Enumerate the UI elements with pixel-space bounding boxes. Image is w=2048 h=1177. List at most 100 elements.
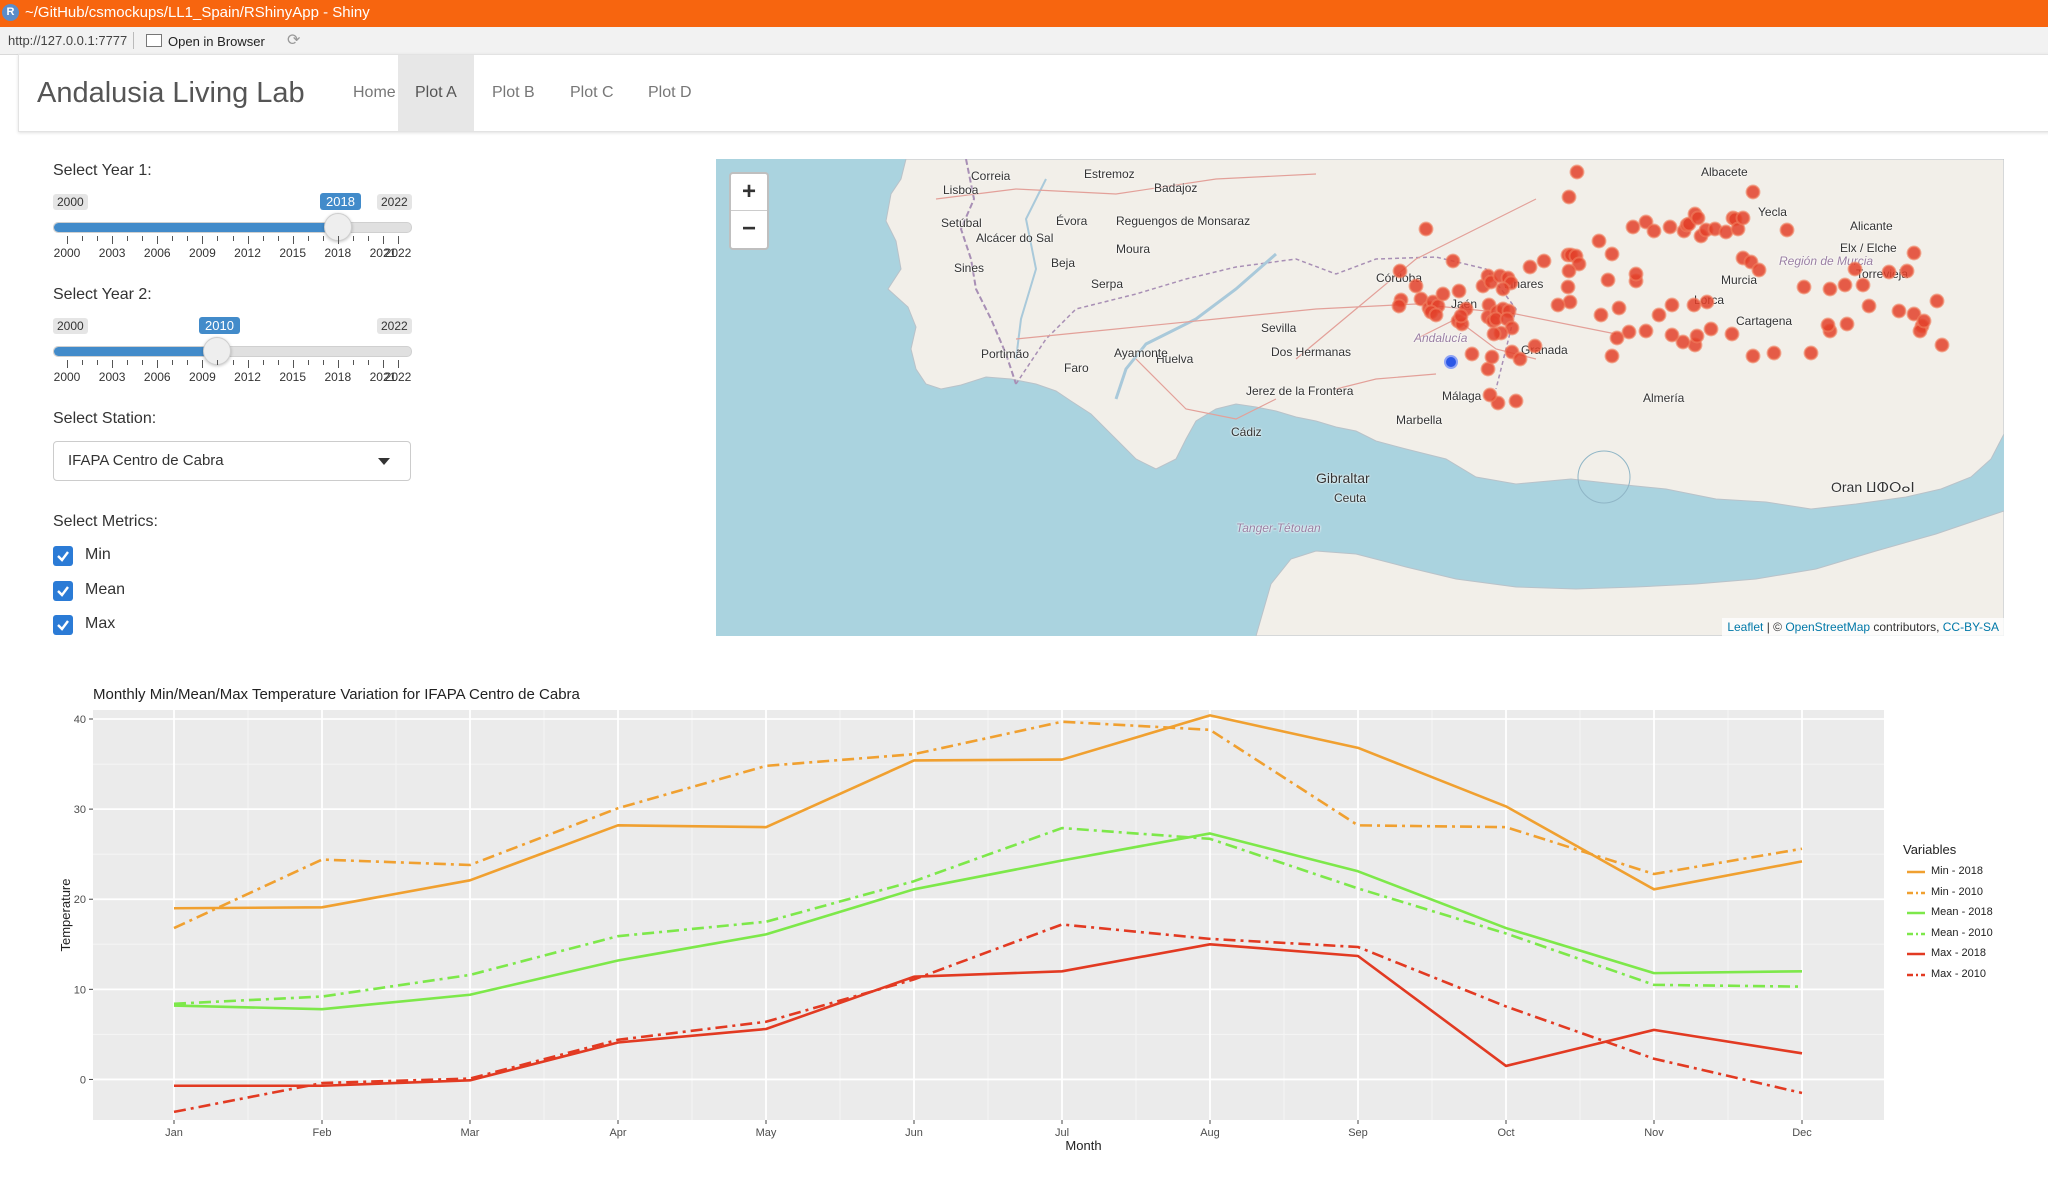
station-marker[interactable] bbox=[1628, 266, 1644, 282]
station-marker[interactable] bbox=[1482, 387, 1498, 403]
station-marker[interactable] bbox=[1803, 345, 1819, 361]
station-marker[interactable] bbox=[1562, 294, 1578, 310]
slider-tick bbox=[262, 236, 264, 241]
station-marker[interactable] bbox=[1609, 330, 1625, 346]
station-marker[interactable] bbox=[1745, 184, 1761, 200]
station-marker[interactable] bbox=[1766, 345, 1782, 361]
station-marker[interactable] bbox=[1527, 338, 1543, 354]
station-marker[interactable] bbox=[1453, 308, 1469, 324]
station-marker[interactable] bbox=[1664, 327, 1680, 343]
station-marker[interactable] bbox=[1664, 297, 1680, 313]
checkbox-max[interactable] bbox=[53, 615, 73, 635]
y-tick-label: 40 bbox=[74, 714, 86, 726]
station-marker[interactable] bbox=[1847, 261, 1863, 277]
station-marker[interactable] bbox=[1391, 298, 1407, 314]
station-marker[interactable] bbox=[1724, 326, 1740, 342]
station-marker[interactable] bbox=[1906, 245, 1922, 261]
station-marker[interactable] bbox=[1699, 294, 1715, 310]
station-marker[interactable] bbox=[1484, 349, 1500, 365]
checkbox-min[interactable] bbox=[53, 546, 73, 566]
station-marker[interactable] bbox=[1428, 307, 1444, 323]
year1-label: Select Year 1: bbox=[53, 162, 152, 179]
station-marker[interactable] bbox=[1899, 263, 1915, 279]
legend-label: Min - 2018 bbox=[1931, 865, 1983, 877]
station-marker[interactable] bbox=[1891, 303, 1907, 319]
station-marker[interactable] bbox=[1593, 307, 1609, 323]
station-marker[interactable] bbox=[1522, 259, 1538, 275]
station-marker[interactable] bbox=[1662, 219, 1678, 235]
station-marker[interactable] bbox=[1512, 351, 1528, 367]
zoom-in-button[interactable]: + bbox=[731, 174, 767, 211]
station-marker[interactable] bbox=[1495, 281, 1511, 297]
station-marker[interactable] bbox=[1929, 293, 1945, 309]
station-marker[interactable] bbox=[1445, 253, 1461, 269]
station-map[interactable]: LisboaÉvoraBadajozSevillaHuelvaCórdobaJa… bbox=[716, 159, 2004, 636]
slider-tick bbox=[82, 360, 84, 365]
url-text[interactable]: http://127.0.0.1:7777 bbox=[8, 33, 127, 48]
station-marker[interactable] bbox=[1796, 279, 1812, 295]
open-in-browser-icon[interactable] bbox=[146, 34, 162, 47]
osm-link[interactable]: OpenStreetMap bbox=[1785, 620, 1870, 634]
station-marker[interactable] bbox=[1855, 277, 1871, 293]
station-marker[interactable] bbox=[1560, 279, 1576, 295]
station-marker[interactable] bbox=[1745, 348, 1761, 364]
station-marker[interactable] bbox=[1600, 272, 1616, 288]
station-marker[interactable] bbox=[1837, 277, 1853, 293]
station-marker[interactable] bbox=[1625, 219, 1641, 235]
station-marker[interactable] bbox=[1486, 326, 1502, 342]
station-marker[interactable] bbox=[1638, 323, 1654, 339]
station-marker[interactable] bbox=[1820, 317, 1836, 333]
station-marker[interactable] bbox=[1822, 281, 1838, 297]
station-marker[interactable] bbox=[1934, 337, 1950, 353]
station-marker[interactable] bbox=[1604, 246, 1620, 262]
station-marker[interactable] bbox=[1464, 346, 1480, 362]
station-marker[interactable] bbox=[1550, 297, 1566, 313]
refresh-icon[interactable]: ⟳ bbox=[287, 30, 300, 50]
station-marker[interactable] bbox=[1703, 321, 1719, 337]
station-marker[interactable] bbox=[1689, 328, 1705, 344]
tab-plot-a[interactable]: Plot A bbox=[398, 55, 474, 131]
station-marker[interactable] bbox=[1418, 221, 1434, 237]
map-attribution: Leaflet | © OpenStreetMap contributors, … bbox=[1722, 618, 2004, 636]
station-marker[interactable] bbox=[1561, 263, 1577, 279]
station-marker[interactable] bbox=[1646, 223, 1662, 239]
station-marker[interactable] bbox=[1408, 278, 1424, 294]
station-marker[interactable] bbox=[1591, 233, 1607, 249]
station-marker[interactable] bbox=[1881, 264, 1897, 280]
station-marker[interactable] bbox=[1536, 253, 1552, 269]
station-marker[interactable] bbox=[1435, 286, 1451, 302]
zoom-out-button[interactable]: − bbox=[731, 211, 767, 247]
station-marker[interactable] bbox=[1735, 210, 1751, 226]
station-marker[interactable] bbox=[1508, 393, 1524, 409]
selected-station-marker[interactable] bbox=[1444, 355, 1458, 369]
open-in-browser-button[interactable]: Open in Browser bbox=[168, 34, 265, 49]
station-marker[interactable] bbox=[1751, 262, 1767, 278]
checkbox-max-label[interactable]: Max bbox=[85, 615, 115, 633]
station-marker[interactable] bbox=[1569, 164, 1585, 180]
station-marker[interactable] bbox=[1916, 313, 1932, 329]
station-marker[interactable] bbox=[1779, 222, 1795, 238]
tab-plot-d[interactable]: Plot D bbox=[631, 55, 709, 131]
station-marker[interactable] bbox=[1690, 210, 1706, 226]
station-marker[interactable] bbox=[1561, 189, 1577, 205]
station-markers[interactable] bbox=[716, 159, 2004, 636]
tab-plot-c[interactable]: Plot C bbox=[553, 55, 631, 131]
station-marker[interactable] bbox=[1839, 316, 1855, 332]
leaflet-link[interactable]: Leaflet bbox=[1727, 620, 1763, 634]
station-select[interactable]: IFAPA Centro de Cabra bbox=[53, 441, 411, 481]
station-marker[interactable] bbox=[1611, 300, 1627, 316]
station-marker[interactable] bbox=[1451, 283, 1467, 299]
checkbox-mean-label[interactable]: Mean bbox=[85, 581, 125, 599]
license-link[interactable]: CC-BY-SA bbox=[1943, 620, 1999, 634]
station-marker[interactable] bbox=[1604, 348, 1620, 364]
station-marker[interactable] bbox=[1651, 307, 1667, 323]
station-marker[interactable] bbox=[1686, 297, 1702, 313]
checkbox-mean[interactable] bbox=[53, 581, 73, 601]
tab-plot-b[interactable]: Plot B bbox=[475, 55, 552, 131]
checkbox-min-label[interactable]: Min bbox=[85, 546, 111, 564]
station-marker[interactable] bbox=[1392, 263, 1408, 279]
legend-label: Max - 2018 bbox=[1931, 947, 1987, 960]
station-marker[interactable] bbox=[1861, 298, 1877, 314]
station-marker[interactable] bbox=[1621, 324, 1637, 340]
station-marker[interactable] bbox=[1718, 224, 1734, 240]
